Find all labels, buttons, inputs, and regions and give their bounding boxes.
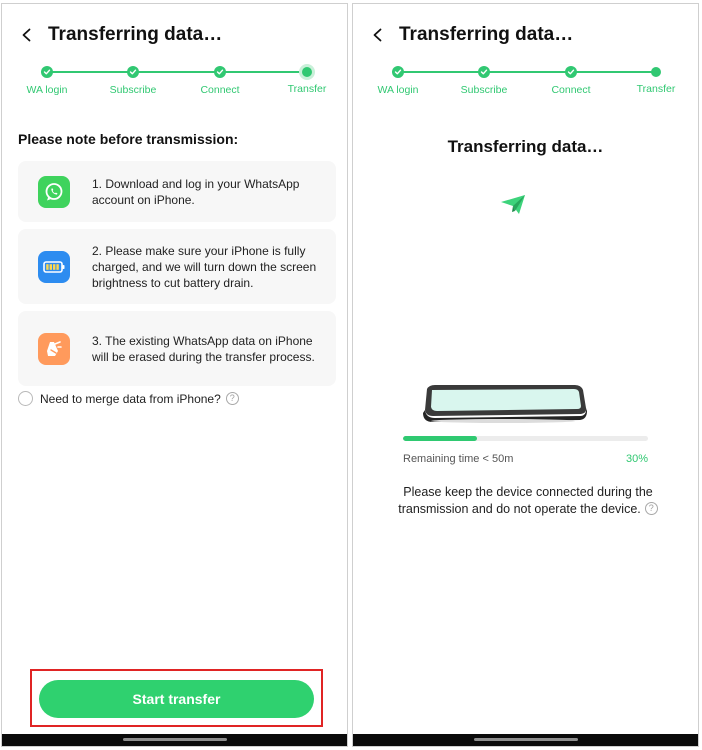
step-wa-login: WA login <box>358 64 438 96</box>
transferring-screen: Transferring data… WA login Subscribe Co… <box>352 3 699 747</box>
step-label: Connect <box>200 84 240 96</box>
step-label: Subscribe <box>460 84 508 96</box>
step-label: Connect <box>551 84 591 96</box>
note-text: 3. The existing WhatsApp data on iPhone … <box>92 333 315 364</box>
step-check-icon <box>127 66 139 78</box>
highlight-frame: Start transfer <box>30 669 323 727</box>
note-card-erase: 3. The existing WhatsApp data on iPhone … <box>18 311 336 386</box>
step-subscribe: Subscribe <box>444 64 524 96</box>
battery-icon <box>38 250 70 283</box>
step-current-dot-icon <box>302 67 312 77</box>
step-label: WA login <box>26 84 68 96</box>
merge-label: Need to merge data from iPhone? <box>40 391 221 406</box>
progress-bar <box>403 436 648 441</box>
step-label: Transfer <box>287 83 327 95</box>
progress-stepper: WA login Subscribe Connect Transfer <box>2 64 347 104</box>
help-icon[interactable]: ? <box>225 392 239 405</box>
note-card-whatsapp: 1. Download and log in your WhatsApp acc… <box>18 161 336 222</box>
page-title: Transferring data… <box>399 24 574 45</box>
header: Transferring data… <box>367 20 688 50</box>
back-arrow-icon[interactable] <box>16 24 38 46</box>
remaining-time: Remaining time < 50m <box>403 453 514 465</box>
step-check-icon <box>565 66 577 78</box>
whatsapp-icon <box>38 175 70 208</box>
step-connect: Connect <box>531 64 611 96</box>
transfer-title: Transferring data… <box>447 137 604 156</box>
notice-text: Please keep the device connected during … <box>398 485 653 516</box>
back-arrow-icon[interactable] <box>367 24 389 46</box>
erase-icon <box>38 332 70 365</box>
step-check-icon <box>214 66 226 78</box>
step-label: WA login <box>377 84 419 96</box>
start-transfer-button[interactable]: Start transfer <box>39 680 314 718</box>
step-transfer: Transfer <box>616 64 696 95</box>
paper-plane-icon <box>499 190 527 218</box>
step-check-icon <box>478 66 490 78</box>
step-label: Transfer <box>636 83 676 95</box>
step-label: Subscribe <box>109 84 157 96</box>
page-title: Transferring data… <box>48 24 223 45</box>
pre-transfer-screen: Transferring data… WA login Subscribe Co… <box>1 3 348 747</box>
section-title: Please note before transmission: <box>18 131 239 147</box>
home-indicator[interactable] <box>473 738 578 741</box>
step-transfer: Transfer <box>267 64 347 95</box>
home-indicator[interactable] <box>122 738 227 741</box>
step-subscribe: Subscribe <box>93 64 173 96</box>
note-text: 2. Please make sure your iPhone is fully… <box>92 243 317 290</box>
step-wa-login: WA login <box>7 64 87 96</box>
progress-stepper: WA login Subscribe Connect Transfer <box>353 64 698 104</box>
step-current-dot-icon <box>651 67 661 77</box>
connection-notice: Please keep the device connected during … <box>383 484 673 518</box>
step-check-icon <box>392 66 404 78</box>
progress-percent: 30% <box>625 453 648 465</box>
header: Transferring data… <box>16 20 337 50</box>
note-card-battery: 2. Please make sure your iPhone is fully… <box>18 229 336 304</box>
merge-radio[interactable] <box>18 391 33 406</box>
merge-option[interactable]: Need to merge data from iPhone? ? <box>18 391 239 406</box>
progress-fill <box>403 436 477 441</box>
help-icon[interactable]: ? <box>644 502 658 516</box>
phone-illustration <box>417 380 589 424</box>
navigation-bar <box>2 734 347 746</box>
navigation-bar <box>353 734 698 746</box>
note-text: 1. Download and log in your WhatsApp acc… <box>92 176 300 207</box>
step-check-icon <box>41 66 53 78</box>
step-connect: Connect <box>180 64 260 96</box>
